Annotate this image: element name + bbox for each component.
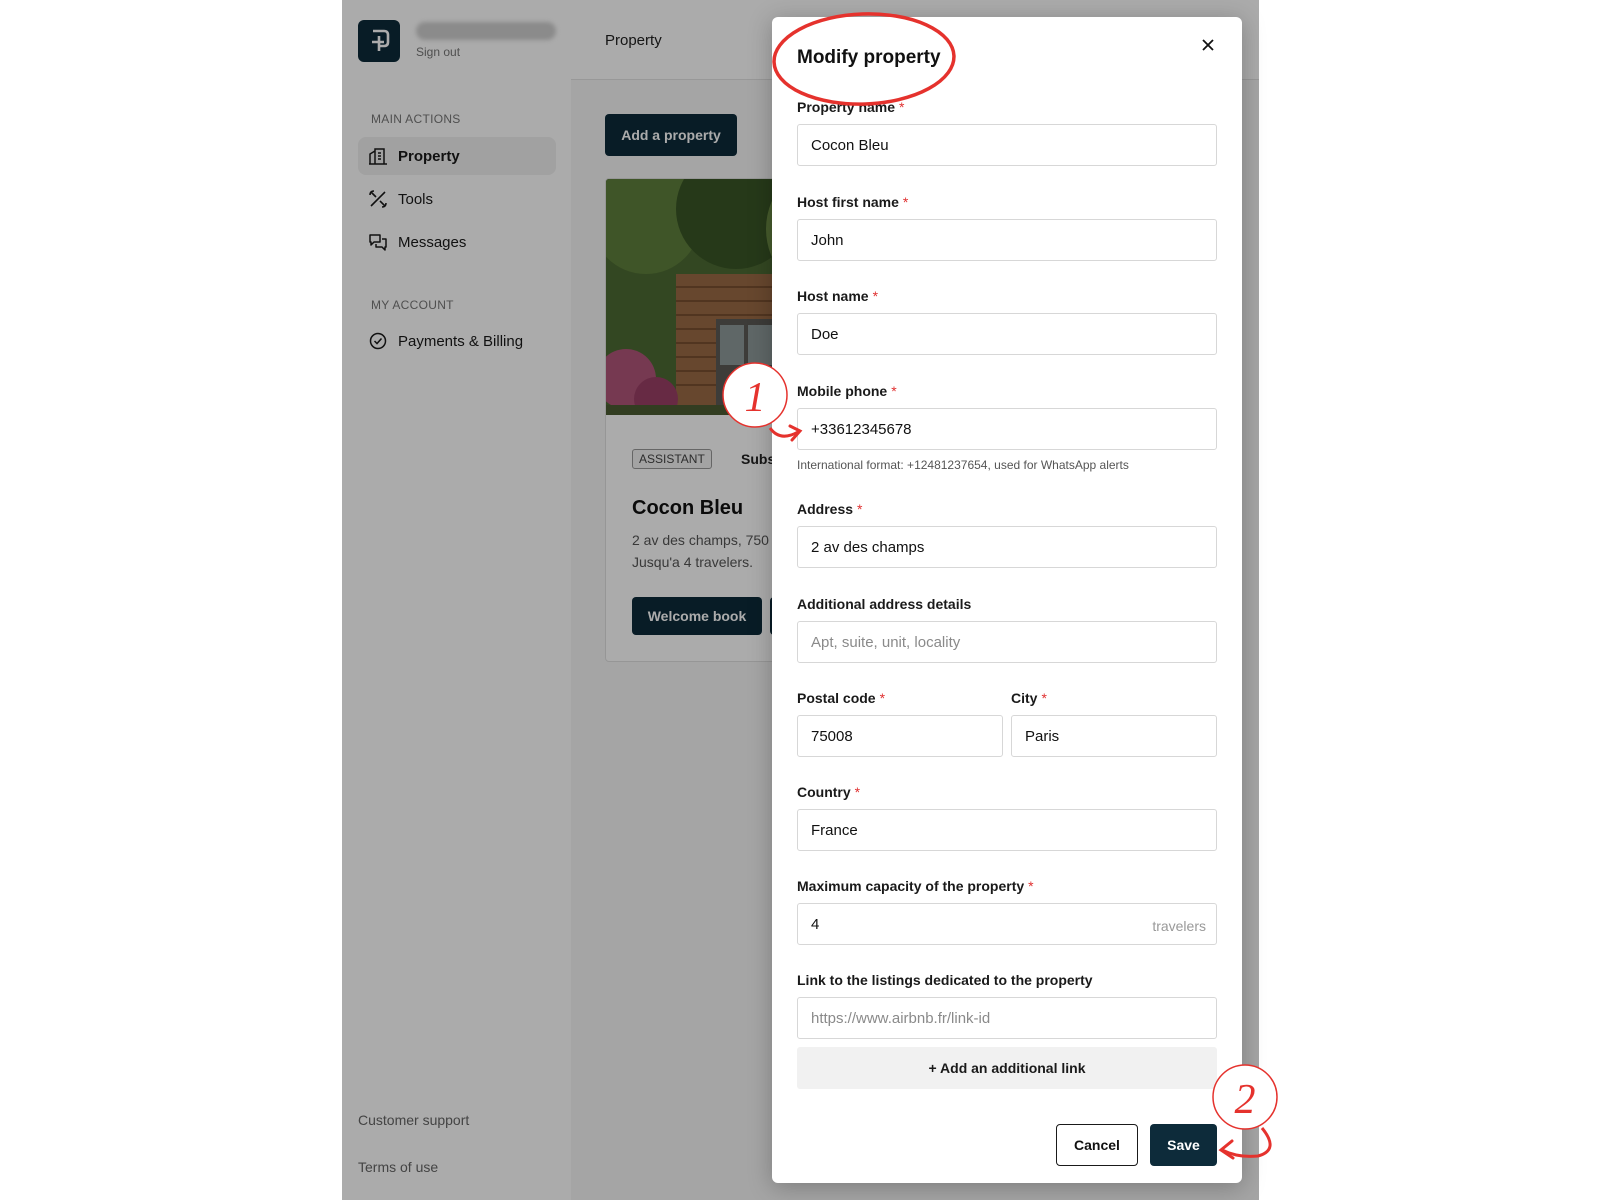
close-button[interactable] (1196, 33, 1220, 57)
dialog-title: Modify property (797, 47, 941, 68)
country-label: Country * (797, 784, 861, 800)
city-input[interactable] (1011, 715, 1217, 757)
host-name-label: Host name * (797, 288, 879, 304)
mobile-phone-label: Mobile phone * (797, 383, 897, 399)
postal-code-label: Postal code * (797, 690, 886, 706)
host-first-name-input[interactable] (797, 219, 1217, 261)
address-label: Address * (797, 501, 863, 517)
country-input[interactable] (797, 809, 1217, 851)
city-label: City * (1011, 690, 1047, 706)
mobile-phone-hint: International format: +12481237654, used… (797, 458, 1129, 472)
add-additional-link-button[interactable]: + Add an additional link (797, 1047, 1217, 1089)
additional-address-label: Additional address details (797, 596, 972, 612)
property-name-label: Property name * (797, 99, 905, 115)
cancel-button[interactable]: Cancel (1056, 1124, 1138, 1166)
close-icon (1202, 39, 1214, 51)
modify-property-dialog: Modify property Property name* Host firs… (772, 17, 1242, 1183)
host-first-name-label: Host first name * (797, 194, 909, 210)
address-input[interactable] (797, 526, 1217, 568)
postal-code-input[interactable] (797, 715, 1003, 757)
host-name-input[interactable] (797, 313, 1217, 355)
property-name-input[interactable] (797, 124, 1217, 166)
listing-link-label: Link to the listings dedicated to the pr… (797, 972, 1093, 988)
capacity-unit-suffix: travelers (1152, 918, 1206, 934)
listing-link-input[interactable] (797, 997, 1217, 1039)
save-button[interactable]: Save (1150, 1124, 1217, 1166)
additional-address-input[interactable] (797, 621, 1217, 663)
mobile-phone-input[interactable] (797, 408, 1217, 450)
max-capacity-label: Maximum capacity of the property * (797, 878, 1034, 894)
